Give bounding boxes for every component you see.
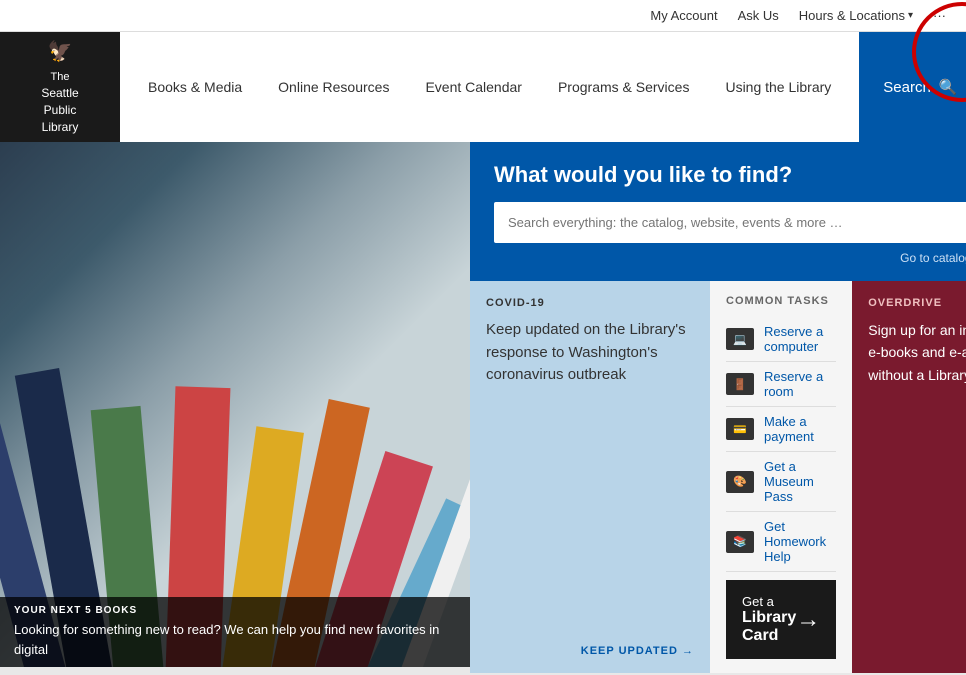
library-card-text: Get a Library Card [742,594,796,645]
next5-banner[interactable]: YOUR NEXT 5 BOOKS Looking for something … [0,597,470,667]
ask-us-link[interactable]: Ask Us [738,8,779,23]
task-homework-help[interactable]: 📚 Get Homework Help [726,512,836,572]
room-icon: 🚪 [726,373,754,395]
keep-updated-link[interactable]: KEEP UPDATED → [486,645,694,657]
next5-text: Looking for something new to read? We ca… [14,620,456,659]
task-reserve-computer[interactable]: 💻 Reserve a computer [726,317,836,362]
books-illustration [0,142,470,667]
header: 🦅 The SeattlePublicLibrary Books & Media… [0,32,966,142]
overdrive-text: Sign up for an instant access to e-books… [868,319,966,386]
main-nav: Books & Media Online Resources Event Cal… [120,32,859,142]
my-account-link[interactable]: My Account [650,8,717,23]
museum-icon: 🎨 [726,471,754,493]
search-links: Go to catalog Former catalog [494,251,966,265]
card-arrow-icon: → [796,606,820,634]
chevron-down-icon: ▾ [908,10,913,21]
hours-locations-link[interactable]: Hours & Locations ▾ [799,8,913,23]
task-make-payment-label: Make a payment [764,414,836,444]
utility-bar: My Account Ask Us Hours & Locations ▾ ··… [0,0,966,32]
covid-label: COVID-19 [486,297,694,309]
search-input[interactable] [494,205,966,240]
nav-books-media[interactable]: Books & Media [130,32,260,142]
go-to-catalog-link[interactable]: Go to catalog [900,251,966,265]
search-panel: What would you like to find? 🔍 Go to cat… [470,142,966,281]
task-museum-pass-label: Get a Museum Pass [764,459,836,504]
covid-panel: COVID-19 Keep updated on the Library's r… [470,281,710,673]
computer-icon: 💻 [726,328,754,350]
main-content: YOUR NEXT 5 BOOKS Looking for something … [0,142,966,667]
right-panel: What would you like to find? 🔍 Go to cat… [470,142,966,667]
library-card-button[interactable]: Get a Library Card → [726,580,836,659]
logo-icon: 🦅 [48,39,73,64]
homework-icon: 📚 [726,531,754,553]
search-button[interactable]: Search 🔍 [859,32,966,142]
task-homework-help-label: Get Homework Help [764,519,836,564]
logo-text: The SeattlePublicLibrary [41,68,78,136]
next5-label: YOUR NEXT 5 BOOKS [14,605,456,616]
nav-online-resources[interactable]: Online Resources [260,32,407,142]
covid-text: Keep updated on the Library's response t… [486,319,694,635]
task-reserve-room-label: Reserve a room [764,369,836,399]
tasks-label: COMMON TASKS [726,295,836,307]
logo[interactable]: 🦅 The SeattlePublicLibrary [0,32,120,142]
nav-using-library[interactable]: Using the Library [707,32,849,142]
task-reserve-computer-label: Reserve a computer [764,324,836,354]
search-title: What would you like to find? [494,162,966,188]
task-museum-pass[interactable]: 🎨 Get a Museum Pass [726,452,836,512]
overdrive-label: OVERDRIVE [868,297,966,309]
hero-image: YOUR NEXT 5 BOOKS Looking for something … [0,142,470,667]
bottom-panels: COVID-19 Keep updated on the Library's r… [470,281,966,673]
nav-event-calendar[interactable]: Event Calendar [407,32,540,142]
more-link[interactable]: ··· [933,8,946,23]
overdrive-panel: OVERDRIVE Sign up for an instant access … [852,281,966,673]
nav-programs-services[interactable]: Programs & Services [540,32,707,142]
task-reserve-room[interactable]: 🚪 Reserve a room [726,362,836,407]
payment-icon: 💳 [726,418,754,440]
task-make-payment[interactable]: 💳 Make a payment [726,407,836,452]
tasks-panel: COMMON TASKS 💻 Reserve a computer 🚪 Rese… [710,281,852,673]
search-box: 🔍 [494,202,966,243]
search-btn-icon: 🔍 [939,78,958,96]
